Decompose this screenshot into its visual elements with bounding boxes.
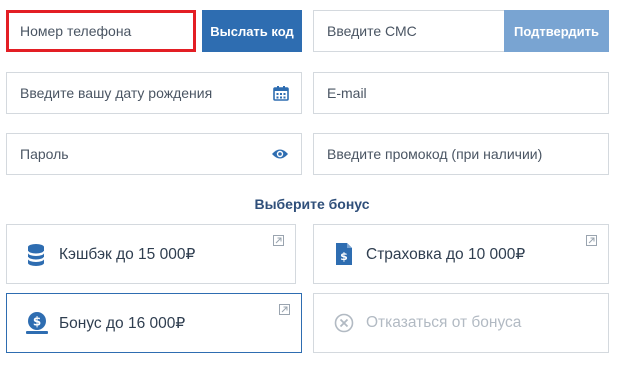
phone-input[interactable]: Номер телефона (6, 10, 196, 52)
bonus-label-deposit: Бонус до 16 000₽ (59, 314, 186, 332)
birthdate-placeholder: Введите вашу дату рождения (20, 85, 213, 101)
bonus-option-deposit[interactable]: $ Бонус до 16 000₽ (6, 293, 302, 353)
calendar-icon[interactable] (273, 85, 289, 101)
bonus-label-cashback: Кэшбэк до 15 000₽ (59, 245, 196, 263)
promo-placeholder: Введите промокод (при наличии) (327, 146, 543, 162)
bonus-option-cashback[interactable]: Кэшбэк до 15 000₽ (6, 224, 296, 284)
bonus-option-decline[interactable]: Отказаться от бонуса (313, 293, 609, 353)
bonus-section-title: Выберите бонус (254, 196, 370, 212)
password-placeholder: Пароль (20, 146, 69, 162)
sms-input[interactable]: Введите СМС (313, 10, 505, 52)
bonus-option-insurance[interactable]: $ Страховка до 10 000₽ (313, 224, 609, 284)
password-input[interactable]: Пароль (6, 133, 302, 175)
external-link-icon[interactable] (273, 235, 284, 246)
sms-placeholder: Введите СМС (327, 23, 417, 39)
confirm-button[interactable]: Подтвердить (504, 10, 609, 52)
insurance-document-icon: $ (330, 242, 358, 266)
phone-placeholder: Номер телефона (20, 23, 132, 39)
bonus-label-insurance: Страховка до 10 000₽ (366, 245, 526, 263)
email-placeholder: E-mail (327, 85, 367, 101)
money-bag-icon: $ (23, 311, 51, 335)
email-input[interactable]: E-mail (313, 72, 609, 114)
coins-stack-icon (23, 242, 51, 266)
birthdate-input[interactable]: Введите вашу дату рождения (6, 72, 302, 114)
cancel-circle-icon (330, 313, 358, 333)
eye-icon[interactable] (271, 148, 289, 160)
send-code-button[interactable]: Выслать код (202, 10, 302, 52)
svg-text:$: $ (33, 315, 41, 329)
external-link-icon[interactable] (279, 304, 290, 315)
svg-text:$: $ (340, 250, 348, 263)
bonus-label-decline: Отказаться от бонуса (366, 314, 522, 331)
promo-input[interactable]: Введите промокод (при наличии) (313, 133, 609, 175)
external-link-icon[interactable] (586, 235, 597, 246)
